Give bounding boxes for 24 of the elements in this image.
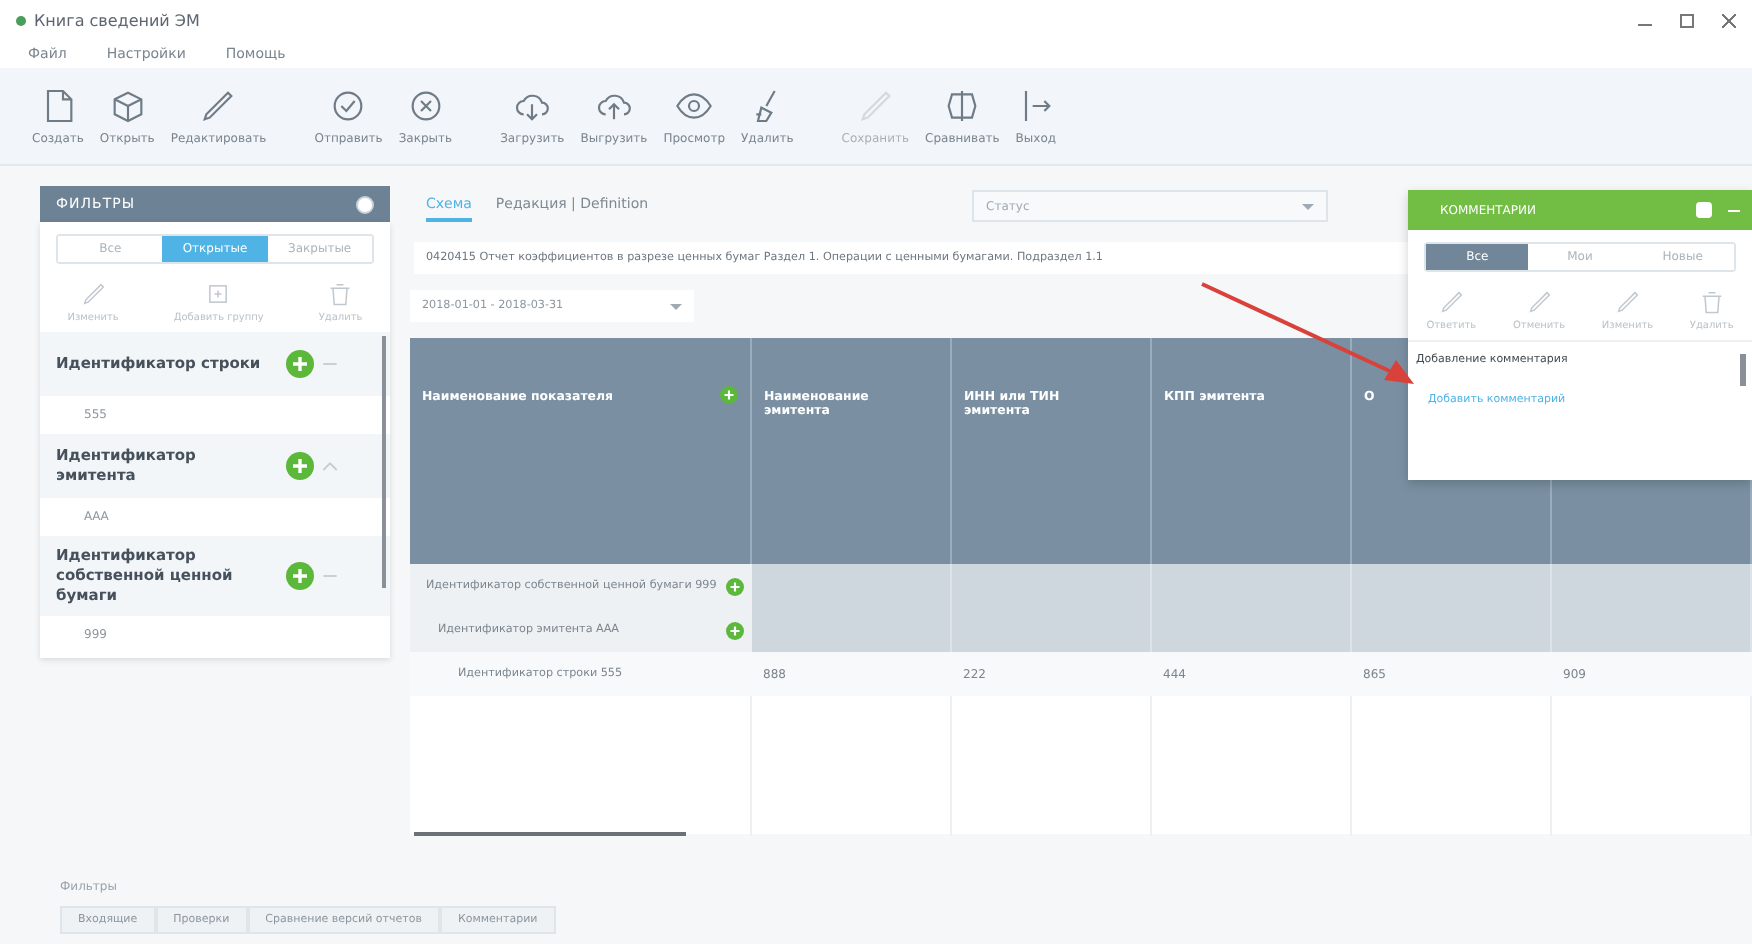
add-icon[interactable] (725, 621, 743, 639)
add-icon[interactable] (286, 452, 314, 480)
pencil-icon (1613, 288, 1642, 316)
app-logo-icon (16, 15, 26, 25)
window-title: Книга сведений ЭМ (34, 11, 200, 29)
pencil-icon (1437, 288, 1466, 316)
add-icon[interactable] (286, 350, 314, 378)
square-plus-icon (204, 280, 233, 308)
scrollbar[interactable] (1740, 354, 1746, 386)
add-icon[interactable] (725, 577, 743, 595)
pencil-icon (1525, 288, 1553, 316)
pencil-icon (855, 86, 896, 126)
caret-icon (670, 303, 682, 315)
scrollbar[interactable] (414, 832, 686, 836)
scrollbar[interactable] (382, 336, 386, 588)
trash-icon (326, 280, 355, 308)
caret-icon (1302, 203, 1315, 215)
pencil-icon (79, 280, 108, 308)
trash-icon (1697, 288, 1726, 316)
maximize-icon[interactable] (1680, 13, 1694, 27)
add-icon[interactable] (720, 386, 738, 404)
add-icon[interactable] (286, 562, 314, 590)
close-icon[interactable] (1722, 13, 1736, 27)
chevron-up-icon[interactable] (322, 460, 338, 472)
